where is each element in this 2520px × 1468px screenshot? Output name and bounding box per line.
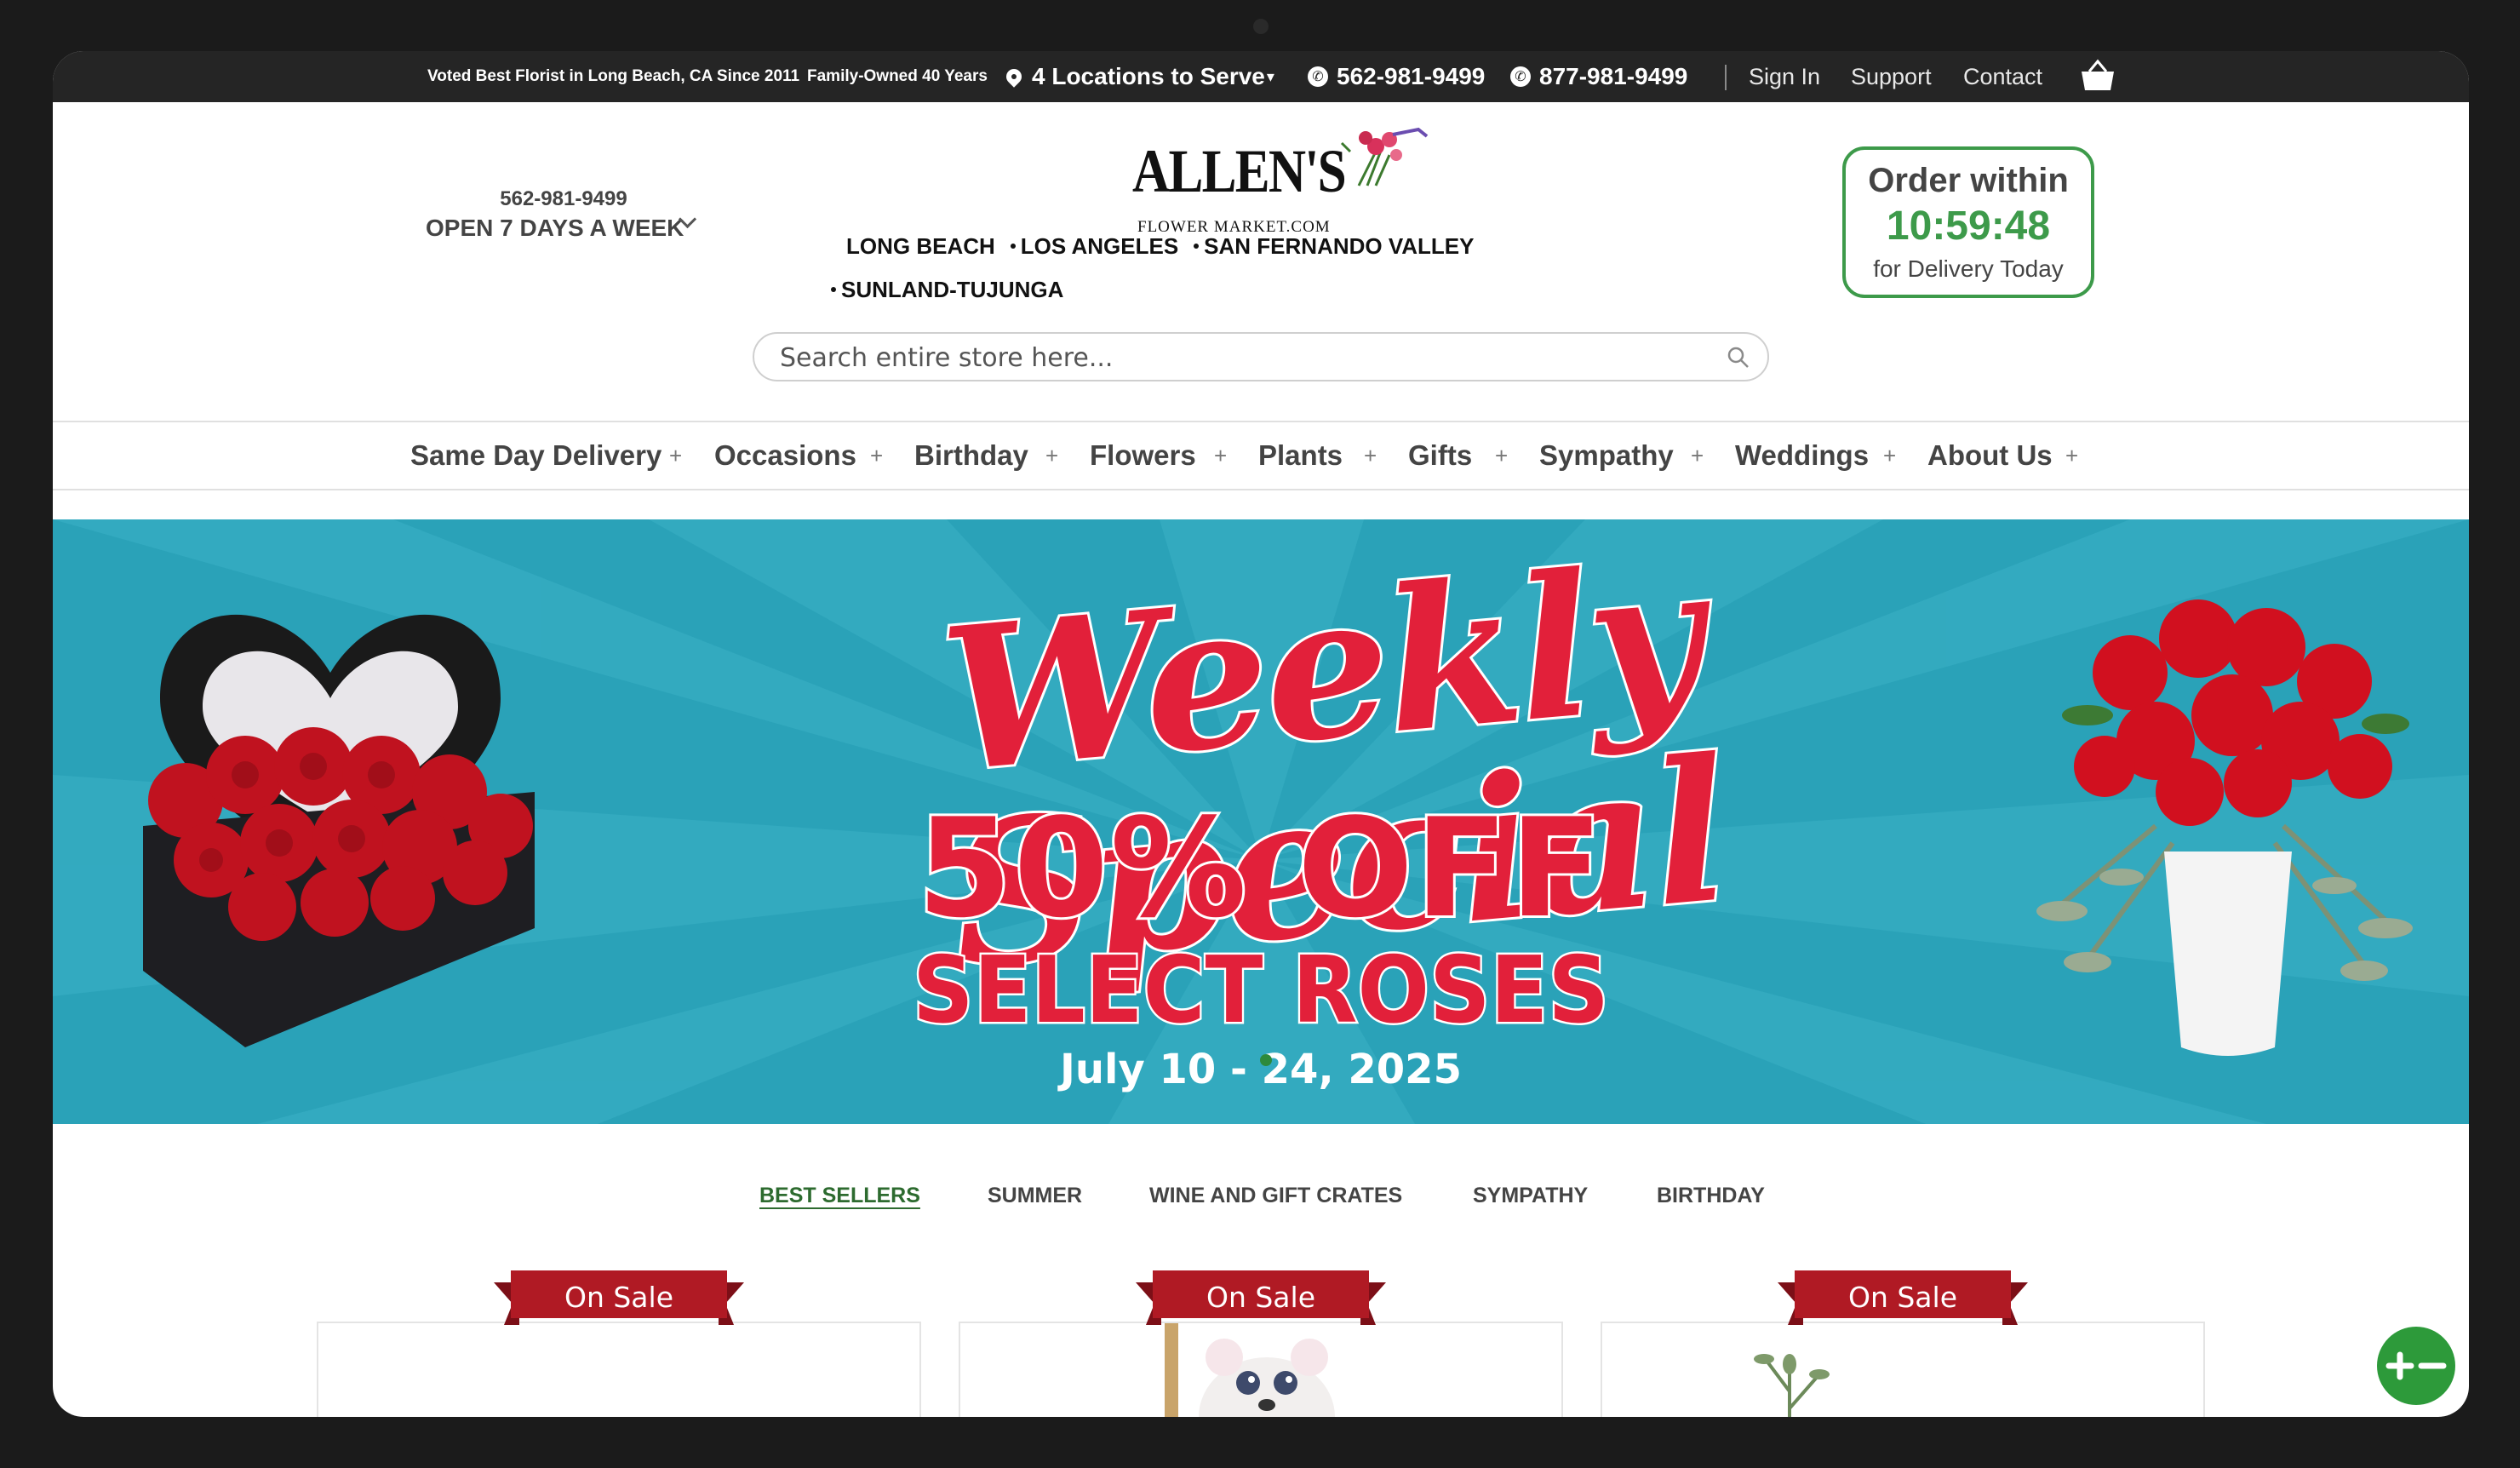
plush-bear-image: [1165, 1323, 1335, 1417]
main-nav: Same Day Delivery + Occasions + Birthday…: [53, 421, 2469, 490]
plus-icon[interactable]: +: [1883, 422, 1896, 489]
location-long-beach: LONG BEACH: [846, 233, 995, 259]
location-pin-icon: [1003, 66, 1025, 88]
family-owned-text: Family-Owned 40 Years: [807, 67, 988, 85]
header-phone[interactable]: 562-981-9499: [393, 187, 734, 211]
phone-2-label: 877-981-9499: [1539, 63, 1688, 89]
tab-best-sellers[interactable]: BEST SELLERS: [759, 1184, 920, 1208]
store-hours[interactable]: OPEN 7 DAYS A WEEK: [426, 215, 684, 242]
tab-wine-and-gift-crates[interactable]: WINE AND GIFT CRATES: [1149, 1184, 1402, 1208]
plant-image: [1754, 1354, 1830, 1417]
nav-gifts[interactable]: Gifts: [1408, 422, 1472, 489]
phone-icon: ✆: [1308, 66, 1328, 87]
countdown-caption: for Delivery Today: [1873, 255, 2064, 282]
locations-dropdown[interactable]: 4 Locations to Serve ▾: [1003, 51, 1274, 102]
top-bar: Voted Best Florist in Long Beach, CA Sin…: [53, 51, 2469, 102]
service-locations-line2: SUNLAND-TUJUNGA: [831, 277, 1063, 303]
search-icon[interactable]: [1727, 346, 1750, 370]
on-sale-label: On Sale: [1847, 1281, 1958, 1314]
tab-sympathy[interactable]: SYMPATHY: [1473, 1184, 1588, 1208]
location-san-fernando-valley: SAN FERNANDO VALLEY: [1204, 233, 1475, 259]
nav-occasions[interactable]: Occasions: [714, 422, 856, 489]
phone-icon: ✆: [1510, 66, 1531, 87]
countdown-timer: 10:59:48: [1886, 204, 2051, 249]
product-card[interactable]: [959, 1322, 1563, 1417]
on-sale-ribbon: On Sale: [494, 1270, 744, 1330]
plus-icon[interactable]: +: [1691, 422, 1704, 489]
hero-banner[interactable]: Weekly Special 50% OFF SELECT ROSES July…: [53, 519, 2469, 1124]
on-sale-ribbon: On Sale: [1778, 1270, 2028, 1330]
flower-bouquet-icon: [1340, 127, 1429, 186]
delivery-countdown: Order within 10:59:48 for Delivery Today: [1842, 146, 2094, 298]
phone-link-1[interactable]: ✆ 562-981-9499: [1308, 51, 1485, 102]
banner-offer: 50% OFF: [914, 788, 1605, 948]
countdown-heading: Order within: [1868, 162, 2069, 199]
nav-same-day-delivery[interactable]: Same Day Delivery: [410, 422, 662, 489]
search-input[interactable]: [778, 341, 1684, 375]
product-card[interactable]: [317, 1322, 921, 1417]
on-sale-label: On Sale: [1206, 1281, 1316, 1314]
plus-icon[interactable]: +: [1214, 422, 1227, 489]
plus-icon[interactable]: +: [669, 422, 682, 489]
banner-subtitle: SELECT ROSES: [911, 938, 1611, 1044]
plus-icon[interactable]: +: [870, 422, 883, 489]
service-locations: LONG BEACH LOS ANGELES SAN FERNANDO VALL…: [846, 233, 1474, 260]
tab-summer[interactable]: SUMMER: [988, 1184, 1082, 1208]
carousel-indicator[interactable]: [1260, 1054, 1272, 1066]
phone-1-label: 562-981-9499: [1337, 63, 1486, 89]
location-los-angeles: LOS ANGELES: [1020, 233, 1179, 259]
site-logo[interactable]: ALLEN'S FLOWER MARKET.COM: [1132, 118, 1439, 236]
cart-icon[interactable]: [2079, 58, 2116, 94]
nav-flowers[interactable]: Flowers: [1090, 422, 1196, 489]
bullet: [1010, 244, 1016, 249]
phone-link-2[interactable]: ✆ 877-981-9499: [1510, 51, 1687, 102]
search-bar: [753, 332, 1769, 381]
chevron-down-icon: ▾: [1266, 67, 1274, 85]
browser-frame: Voted Best Florist in Long Beach, CA Sin…: [53, 51, 2469, 1417]
contact-link[interactable]: Contact: [1963, 51, 2042, 102]
nav-birthday[interactable]: Birthday: [914, 422, 1028, 489]
topbar-divider: [1725, 65, 1727, 90]
plus-icon[interactable]: +: [1364, 422, 1377, 489]
tab-birthday[interactable]: BIRTHDAY: [1657, 1184, 1765, 1208]
on-sale-ribbon: On Sale: [1136, 1270, 1386, 1330]
locations-label: 4 Locations to Serve: [1032, 63, 1265, 89]
accessibility-zoom-button[interactable]: [2377, 1327, 2455, 1405]
nav-sympathy[interactable]: Sympathy: [1539, 422, 1674, 489]
logo-wordmark: ALLEN'S: [1132, 137, 1347, 205]
voted-best-text: Voted Best Florist in Long Beach, CA Sin…: [427, 67, 800, 85]
location-sunland-tujunga: SUNLAND-TUJUNGA: [841, 277, 1064, 302]
product-card[interactable]: [1601, 1322, 2205, 1417]
support-link[interactable]: Support: [1851, 51, 1932, 102]
plus-icon[interactable]: +: [2065, 422, 2078, 489]
on-sale-label: On Sale: [564, 1281, 674, 1314]
nav-plants[interactable]: Plants: [1258, 422, 1343, 489]
nav-about-us[interactable]: About Us: [1927, 422, 2053, 489]
device-camera: [1253, 19, 1269, 34]
plus-icon[interactable]: +: [1495, 422, 1508, 489]
plus-icon[interactable]: +: [1045, 422, 1058, 489]
zoom-toggle-icon: [2385, 1351, 2447, 1380]
sign-in-link[interactable]: Sign In: [1749, 51, 1820, 102]
bullet: [1194, 244, 1200, 249]
bullet: [831, 287, 836, 293]
nav-weddings[interactable]: Weddings: [1735, 422, 1869, 489]
